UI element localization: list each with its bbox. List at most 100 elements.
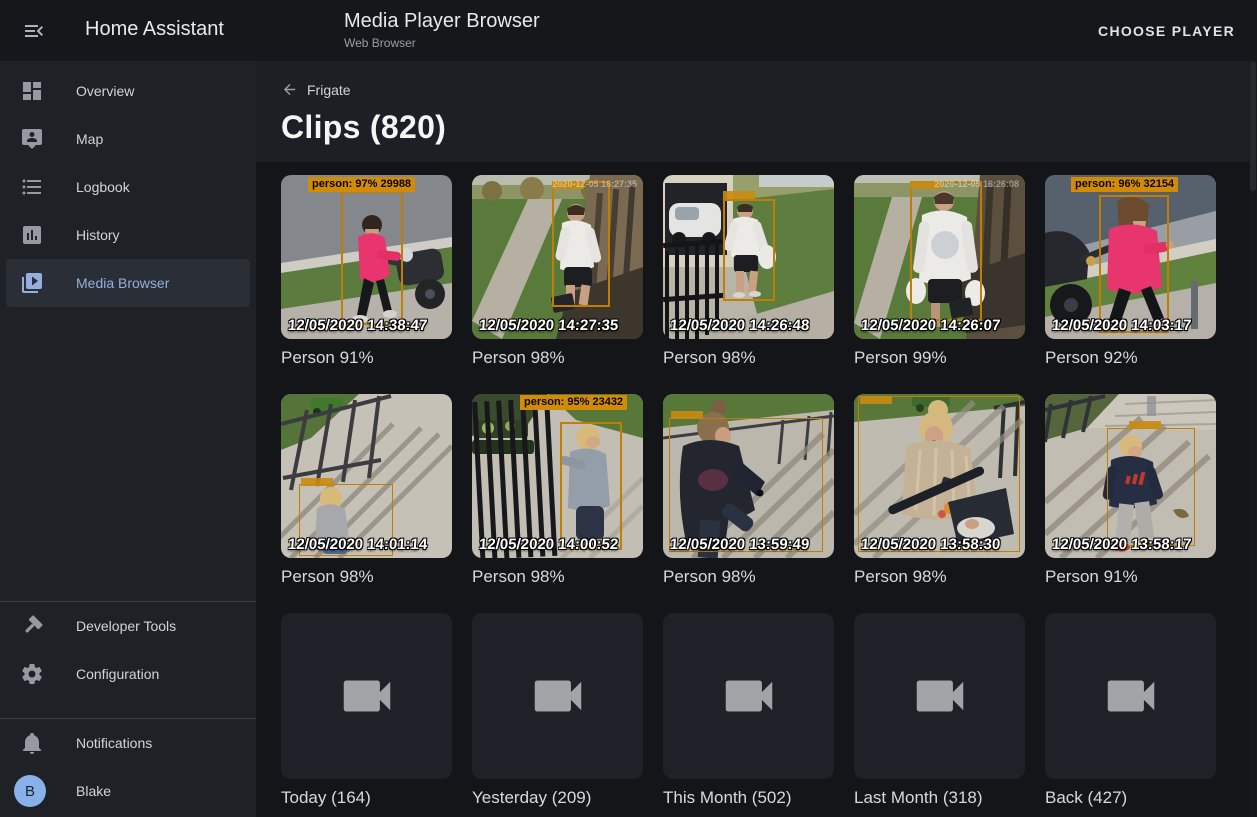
detection-mini-label [671,411,703,419]
clip-caption: Person 91% [281,348,452,368]
folder-card-yesterday[interactable]: Yesterday (209) [472,613,643,808]
bell-icon [20,731,44,755]
clip-card[interactable]: 12/05/2020 13:58:30 Person 98% [854,394,1025,587]
choose-player-button[interactable]: CHOOSE PLAYER [1090,0,1243,61]
video-icon [909,665,971,727]
menu-button[interactable] [10,7,58,55]
detection-label: person: 95% 23432 [520,395,627,410]
view-dashboard-icon [20,79,44,103]
clip-card[interactable]: 12/05/2020 14:26:48 Person 98% [663,175,834,368]
detection-label: person: 96% 32154 [1071,177,1178,192]
clip-thumbnail: person: 97% 29988 12/05/2020 14:38:47 [281,175,452,339]
scrollbar-track[interactable] [1249,61,1257,817]
timestamp-overlay: 12/05/2020 14:03:17 [1051,317,1191,334]
main-content: Frigate Clips (820) [256,61,1257,817]
folder-thumbnail [281,613,452,779]
clip-caption: Person 98% [854,567,1025,587]
menu-open-icon [22,19,46,43]
sidebar-item-history[interactable]: History [0,211,256,259]
folder-card-back[interactable]: Back (427) [1045,613,1216,808]
folder-thumbnail [1045,613,1216,779]
clips-grid: person: 97% 29988 12/05/2020 14:38:47 Pe… [281,175,1257,808]
timestamp-overlay: 12/05/2020 13:59:49 [669,536,809,553]
sidebar-item-map[interactable]: Map [0,115,256,163]
detection-bbox [669,418,823,552]
detection-bbox [910,181,982,321]
clip-card[interactable]: 12/05/2020 13:59:49 Person 98% [663,394,834,587]
video-icon [1100,665,1162,727]
detection-bbox [552,181,610,307]
breadcrumb-label: Frigate [307,82,351,98]
timestamp-overlay: 12/05/2020 14:26:07 [860,317,1000,334]
timestamp-overlay: 12/05/2020 13:58:30 [860,536,1000,553]
clip-caption: Person 98% [281,567,452,587]
sidebar-item-logbook[interactable]: Logbook [0,163,256,211]
clip-thumbnail: 12/05/2020 13:58:30 [854,394,1025,558]
timestamp-overlay: 12/05/2020 14:01:14 [287,536,427,553]
top-app-bar: Home Assistant Media Player Browser Web … [0,0,1257,61]
tooltip-account-icon [20,127,44,151]
timestamp-overlay: 12/05/2020 14:27:35 [478,317,618,334]
video-icon [336,665,398,727]
clip-card[interactable]: person: 97% 29988 12/05/2020 14:38:47 Pe… [281,175,452,368]
arrow-left-icon [281,81,298,98]
clip-card[interactable]: 2020-12-05 16:27:35 12/05/2020 14:27:35 … [472,175,643,368]
detection-bbox [1107,428,1195,546]
detection-bbox [341,191,403,325]
detection-bbox [858,396,1020,552]
timestamp-overlay: 12/05/2020 14:26:48 [669,317,809,334]
page-heading: Clips (820) [281,108,1257,146]
clip-caption: Person 98% [663,348,834,368]
app-title: Home Assistant [85,18,224,41]
clip-card[interactable]: 2020-12-05 16:26:08 12/05/2020 14:26:07 … [854,175,1025,368]
clip-caption: Person 99% [854,348,1025,368]
page-title: Media Player Browser [344,9,540,33]
detection-mini-label [860,396,892,404]
format-list-bulleted-icon [20,175,44,199]
sidebar: Overview Map Logbook History Media Brows… [0,61,256,817]
folder-card-last-month[interactable]: Last Month (318) [854,613,1025,808]
video-icon [527,665,589,727]
breadcrumb-back[interactable]: Frigate [281,81,351,98]
folder-card-this-month[interactable]: This Month (502) [663,613,834,808]
folder-thumbnail [472,613,643,779]
detection-mini-label [1129,421,1161,429]
clip-caption: Person 98% [472,567,643,587]
detection-label: person: 97% 29988 [308,177,415,192]
scrollbar-thumb[interactable] [1250,61,1256,191]
clip-caption: Person 92% [1045,348,1216,368]
detection-bbox [1099,195,1169,333]
cog-icon [20,662,44,686]
clip-caption: Person 91% [1045,567,1216,587]
folder-label: This Month (502) [663,788,834,808]
clip-thumbnail: 12/05/2020 13:59:49 [663,394,834,558]
folder-label: Yesterday (209) [472,788,643,808]
folder-thumbnail [854,613,1025,779]
sidebar-item-overview[interactable]: Overview [0,67,256,115]
clip-thumbnail: person: 96% 32154 12/05/2020 14:03:17 [1045,175,1216,339]
detection-mini-label [723,191,755,199]
avatar: B [14,775,46,807]
clip-card[interactable]: person: 96% 32154 12/05/2020 14:03:17 Pe… [1045,175,1216,368]
sidebar-item-configuration[interactable]: Configuration [0,650,256,698]
clip-card[interactable]: 12/05/2020 14:01:14 Person 98% [281,394,452,587]
camera-osd-timestamp: 2020-12-05 16:26:08 [934,179,1019,189]
folder-card-today[interactable]: Today (164) [281,613,452,808]
hammer-icon [20,614,44,638]
clip-caption: Person 98% [472,348,643,368]
sidebar-item-notifications[interactable]: Notifications [0,719,256,767]
detection-bbox [723,199,775,301]
clip-card[interactable]: person: 95% 23432 12/05/2020 14:00:52 Pe… [472,394,643,587]
clip-card[interactable]: 12/05/2020 13:58:17 Person 91% [1045,394,1216,587]
video-icon [718,665,780,727]
clip-caption: Person 98% [663,567,834,587]
folder-label: Back (427) [1045,788,1216,808]
timestamp-overlay: 12/05/2020 13:58:17 [1051,536,1191,553]
clip-thumbnail: 2020-12-05 16:26:08 12/05/2020 14:26:07 [854,175,1025,339]
clip-thumbnail: 12/05/2020 13:58:17 [1045,394,1216,558]
media-browser-header: Frigate Clips (820) [256,61,1257,162]
folder-thumbnail [663,613,834,779]
sidebar-item-developer-tools[interactable]: Developer Tools [0,602,256,650]
sidebar-item-user[interactable]: B Blake [0,767,256,815]
sidebar-item-media-browser[interactable]: Media Browser [6,259,250,307]
